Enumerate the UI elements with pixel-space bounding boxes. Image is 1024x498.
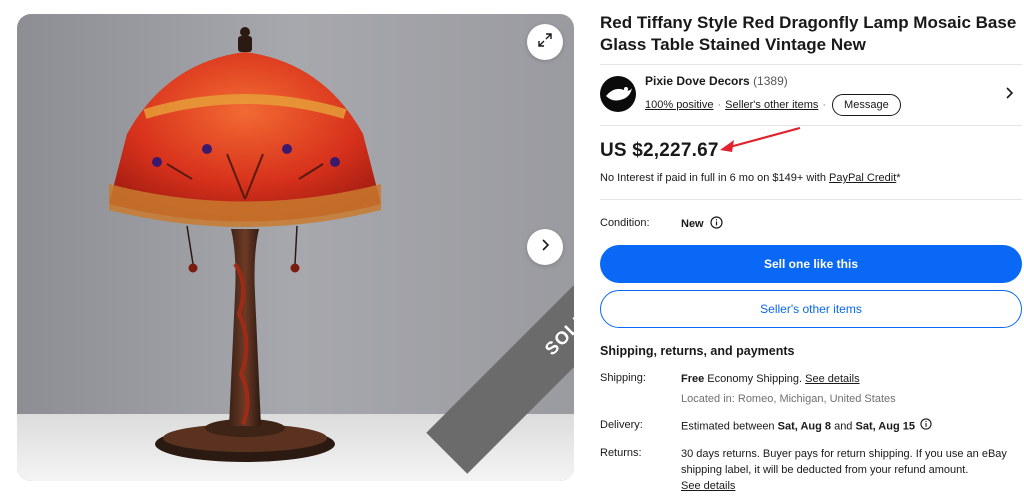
- shipping-free: Free: [681, 373, 705, 385]
- seller-name-line: Pixie Dove Decors (1389): [645, 74, 788, 88]
- shipping-method: Economy Shipping.: [704, 373, 806, 385]
- returns-value: 30 days returns. Buyer pays for return s…: [681, 446, 1021, 494]
- delivery-and: and: [831, 420, 856, 433]
- returns-label: Returns:: [600, 447, 642, 459]
- expand-icon: [537, 32, 553, 53]
- divider: [600, 199, 1022, 200]
- chevron-right-icon: [538, 238, 552, 257]
- listing-title: Red Tiffany Style Red Dragonfly Lamp Mos…: [600, 13, 1017, 54]
- separator-dot: ·: [822, 99, 827, 111]
- item-location: Located in: Romeo, Michigan, United Stat…: [681, 393, 896, 405]
- seller-name[interactable]: Pixie Dove Decors: [645, 74, 750, 88]
- seller-other-items-link[interactable]: Seller's other items: [725, 99, 818, 111]
- item-price: US $2,227.67: [600, 140, 719, 161]
- divider: [600, 64, 1022, 65]
- shipping-value: Free Economy Shipping. See details: [681, 371, 1021, 387]
- sold-label: SOLD: [540, 306, 574, 359]
- delivery-start: Sat, Aug 8: [777, 420, 832, 433]
- delivery-prefix: Estimated between: [681, 420, 778, 433]
- seller-links: 100% positive · Seller's other items · M…: [645, 94, 901, 116]
- condition-value: New: [681, 218, 704, 230]
- info-icon[interactable]: [920, 418, 932, 435]
- seller-positive-link[interactable]: 100% positive: [645, 99, 714, 111]
- shipping-label: Shipping:: [600, 372, 646, 384]
- returns-text: 30 days returns. Buyer pays for return s…: [681, 448, 1007, 476]
- delivery-end: Sat, Aug 15: [855, 420, 915, 433]
- annotation-arrow: [720, 126, 801, 152]
- condition-label: Condition:: [600, 217, 650, 229]
- seller-feedback-count: (1389): [753, 74, 788, 88]
- listing-panel: Red Tiffany Style Red Dragonfly Lamp Mos…: [600, 0, 1024, 498]
- sellers-other-items-button[interactable]: Seller's other items: [600, 290, 1022, 328]
- image-gallery: SOLD: [17, 14, 574, 481]
- expand-image-button[interactable]: [527, 24, 563, 60]
- delivery-value: Estimated between Sat, Aug 8 and Sat, Au…: [681, 418, 1021, 435]
- seller-card[interactable]: Pixie Dove Decors (1389) 100% positive ·…: [600, 72, 1022, 118]
- returns-details-link[interactable]: See details: [681, 480, 735, 492]
- message-button[interactable]: Message: [832, 94, 901, 116]
- sell-one-like-this-button[interactable]: Sell one like this: [600, 245, 1022, 283]
- condition-value-group: New: [681, 216, 723, 232]
- financing-suffix: *: [896, 172, 901, 184]
- financing-text: No Interest if paid in full in 6 mo on $…: [600, 172, 829, 184]
- separator-dot: ·: [717, 99, 722, 111]
- seller-avatar[interactable]: [600, 76, 636, 112]
- next-image-button[interactable]: [527, 229, 563, 265]
- info-icon[interactable]: [710, 216, 723, 232]
- paypal-credit-link[interactable]: PayPal Credit: [829, 172, 896, 184]
- shipping-heading: Shipping, returns, and payments: [600, 344, 795, 358]
- financing-note: No Interest if paid in full in 6 mo on $…: [600, 172, 901, 184]
- delivery-label: Delivery:: [600, 419, 643, 431]
- shipping-details-link[interactable]: See details: [805, 373, 859, 385]
- chevron-right-icon[interactable]: [1004, 86, 1016, 105]
